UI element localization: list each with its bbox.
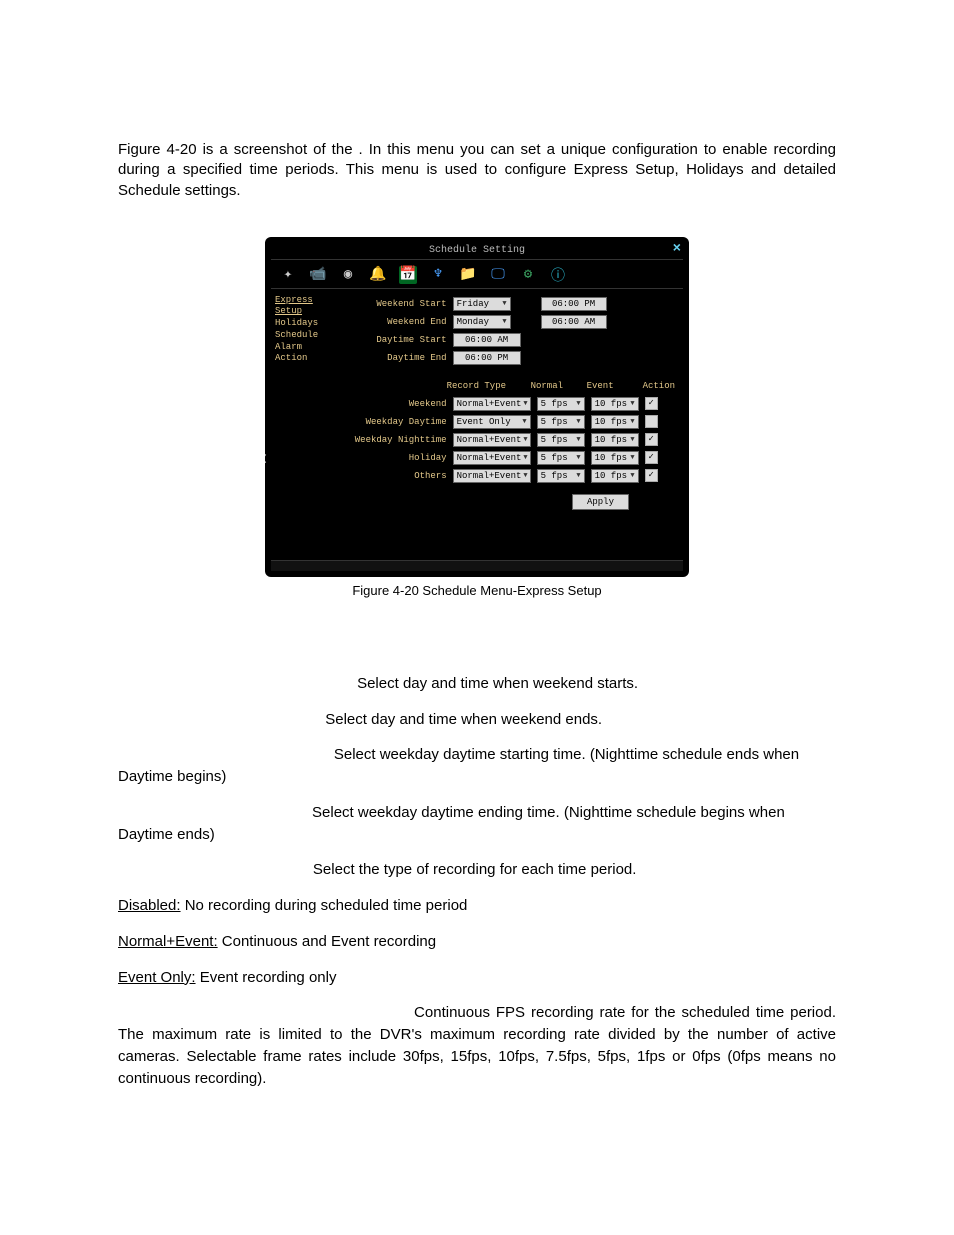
window-title: Schedule Setting — [429, 245, 525, 256]
apply-button[interactable]: Apply — [572, 494, 629, 510]
chevron-down-icon: ▼ — [502, 300, 506, 308]
toolbar: ✦ 📹 ◉ 🔔 📅 ♆ 📁 🖵 ⚙ ⓘ — [271, 260, 683, 289]
window-titlebar: Schedule Setting × — [271, 243, 683, 260]
def-text: Select day and time when weekend ends. — [321, 711, 602, 728]
calendar-icon[interactable]: 📅 — [399, 266, 417, 284]
normal-fps-select[interactable]: 5 fps▼ — [537, 433, 585, 447]
label-weekend-end: Weekend End — [335, 317, 447, 327]
sidebar: Express Setup Holidays Schedule Alarm Ac… — [271, 289, 331, 554]
record-type-select[interactable]: Normal+Event▼ — [453, 397, 531, 411]
def-text: Select the type of recording for each ti… — [309, 861, 637, 878]
weekend-end-time[interactable]: 06:00 AM — [541, 315, 607, 329]
close-icon[interactable]: × — [673, 241, 681, 257]
grid-row: Weekday Nighttime Normal+Event▼ 5 fps▼ 1… — [335, 431, 675, 449]
header-action: Action — [643, 381, 675, 391]
def-text: Continuous FPS recording rate for the sc… — [118, 1004, 836, 1086]
weekend-end-day-select[interactable]: Monday▼ — [453, 315, 511, 329]
sidebar-item-schedule[interactable]: Schedule — [275, 330, 327, 342]
gear-icon[interactable]: ⚙ — [519, 266, 537, 284]
sidebar-item-alarm-action[interactable]: Alarm Action — [275, 342, 327, 365]
record-type-select[interactable]: Normal+Event▼ — [453, 469, 531, 483]
daytime-start-time[interactable]: 06:00 AM — [453, 333, 521, 347]
sidebar-item-express-setup[interactable]: Express Setup — [275, 295, 327, 318]
def-label: Normal+Event: — [118, 933, 218, 950]
label-weekend-start: Weekend Start — [335, 299, 447, 309]
normal-fps-select[interactable]: 5 fps▼ — [537, 397, 585, 411]
def-text: Select weekday daytime ending time. (Nig… — [118, 804, 785, 843]
grid-row: Holiday Normal+Event▼ 5 fps▼ 10 fps▼ ✓ — [335, 449, 675, 467]
grid-row: Weekday Daytime Event Only▼ 5 fps▼ 10 fp… — [335, 413, 675, 431]
def-text: Select weekday daytime starting time. (N… — [118, 746, 799, 785]
disc-icon[interactable]: ◉ — [339, 266, 357, 284]
settings-panel: Weekend Start Friday▼ 06:00 PM Weekend E… — [331, 289, 683, 554]
info-icon[interactable]: ⓘ — [549, 266, 567, 284]
event-fps-select[interactable]: 10 fps▼ — [591, 433, 639, 447]
record-type-select[interactable]: Normal+Event▼ — [453, 451, 531, 465]
def-text: No recording during scheduled time perio… — [181, 897, 468, 914]
cursor-icon: ➤ — [256, 450, 268, 467]
grid-row: Others Normal+Event▼ 5 fps▼ 10 fps▼ ✓ — [335, 467, 675, 485]
schedule-setting-screenshot: Schedule Setting × ✦ 📹 ◉ 🔔 📅 ♆ 📁 🖵 ⚙ ⓘ E… — [265, 237, 689, 577]
normal-fps-select[interactable]: 5 fps▼ — [537, 469, 585, 483]
action-checkbox[interactable]: ✓ — [645, 397, 658, 410]
action-checkbox[interactable]: ✓ — [645, 469, 658, 482]
def-text: Event recording only — [196, 969, 337, 986]
event-fps-select[interactable]: 10 fps▼ — [591, 415, 639, 429]
folder-icon[interactable]: 📁 — [459, 266, 477, 284]
def-text: Select day and time when weekend starts. — [353, 675, 638, 692]
chevron-down-icon: ▼ — [502, 318, 506, 326]
event-fps-select[interactable]: 10 fps▼ — [591, 397, 639, 411]
network-icon[interactable]: ♆ — [429, 266, 447, 284]
def-label: Disabled: — [118, 897, 181, 914]
def-text: Continuous and Event recording — [218, 933, 436, 950]
header-event: Event — [587, 381, 643, 391]
label-daytime-end: Daytime End — [335, 353, 447, 363]
sidebar-item-holidays[interactable]: Holidays — [275, 318, 327, 330]
definitions: Weekend Start: Select day and time when … — [118, 673, 836, 1090]
header-record-type: Record Type — [447, 381, 531, 391]
statusbar — [271, 560, 683, 571]
wand-icon[interactable]: ✦ — [279, 266, 297, 284]
grid-row: Weekend Normal+Event▼ 5 fps▼ 10 fps▼ ✓ — [335, 395, 675, 413]
bell-icon[interactable]: 🔔 — [369, 266, 387, 284]
action-checkbox[interactable] — [645, 415, 658, 428]
header-normal: Normal — [531, 381, 587, 391]
event-fps-select[interactable]: 10 fps▼ — [591, 451, 639, 465]
intro-part1: Figure 4-20 is a screenshot of the — [118, 141, 359, 158]
monitor-icon[interactable]: 🖵 — [489, 266, 507, 284]
intro-paragraph: Figure 4-20 is a screenshot of the . In … — [118, 140, 836, 201]
record-type-select[interactable]: Normal+Event▼ — [453, 433, 531, 447]
grid-headers: Record Type Normal Event Action — [335, 377, 675, 395]
action-checkbox[interactable]: ✓ — [645, 433, 658, 446]
def-label: Event Only: — [118, 969, 196, 986]
label-daytime-start: Daytime Start — [335, 335, 447, 345]
daytime-end-time[interactable]: 06:00 PM — [453, 351, 521, 365]
weekend-start-day-select[interactable]: Friday▼ — [453, 297, 511, 311]
action-checkbox[interactable]: ✓ — [645, 451, 658, 464]
figure-caption: Figure 4-20 Schedule Menu-Express Setup — [265, 583, 689, 598]
normal-fps-select[interactable]: 5 fps▼ — [537, 451, 585, 465]
record-type-select[interactable]: Event Only▼ — [453, 415, 531, 429]
normal-fps-select[interactable]: 5 fps▼ — [537, 415, 585, 429]
event-fps-select[interactable]: 10 fps▼ — [591, 469, 639, 483]
camera-icon[interactable]: 📹 — [309, 266, 327, 284]
weekend-start-time[interactable]: 06:00 PM — [541, 297, 607, 311]
